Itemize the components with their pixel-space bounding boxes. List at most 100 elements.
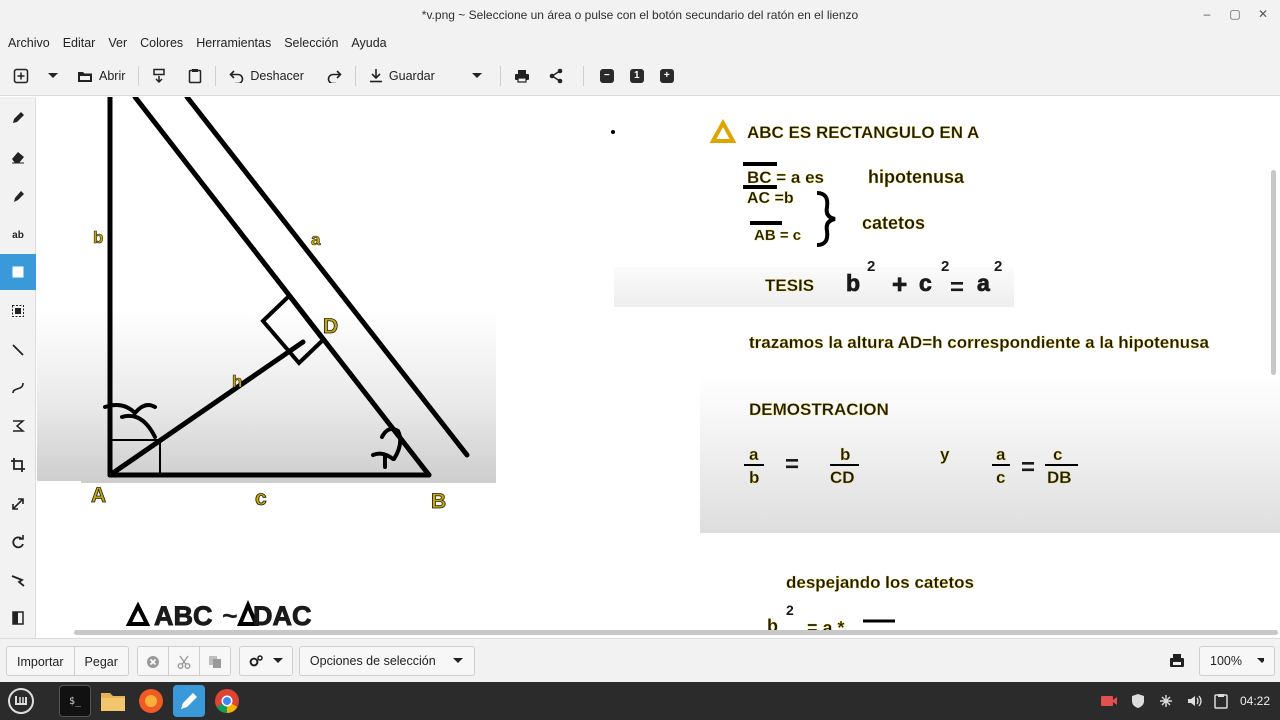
cut-button[interactable] <box>168 646 200 675</box>
copy-button[interactable] <box>199 646 230 675</box>
text-tool[interactable]: ab <box>0 217 36 253</box>
rotate-tool[interactable] <box>0 524 36 560</box>
close-circle-icon <box>146 655 159 668</box>
fraction2-numerator: b <box>840 445 850 464</box>
save-button[interactable]: Guardar <box>364 62 440 90</box>
menu-editar[interactable]: Editar <box>63 36 96 50</box>
left-gradient-band <box>37 310 496 483</box>
menu-colores[interactable]: Colores <box>140 36 183 50</box>
save-dropdown-button[interactable] <box>466 62 488 90</box>
zoom-select[interactable]: 100% <box>1199 646 1275 676</box>
canvas-clear-icon <box>1170 654 1184 667</box>
open-folder-icon <box>78 71 92 82</box>
side-b-label: b <box>93 228 103 247</box>
menu-seleccion[interactable]: Selección <box>284 36 338 50</box>
chrome-app[interactable] <box>211 685 243 717</box>
clipboard-icon <box>189 68 202 83</box>
maximize-button[interactable]: ▢ <box>1228 6 1242 22</box>
triangle-icon <box>709 118 737 143</box>
new-dropdown-button[interactable] <box>42 62 64 90</box>
text-icon: ab <box>12 229 24 241</box>
firefox-app[interactable] <box>135 685 167 717</box>
catetos-label: catetos <box>862 213 925 233</box>
selection-options-label: Opciones de selección <box>309 653 436 668</box>
main-toolbar: Abrir Deshacer Guardar − 1 + <box>0 56 1280 96</box>
line-tool[interactable] <box>0 332 36 368</box>
paste-label: Pegar <box>84 654 118 669</box>
share-button[interactable] <box>543 62 569 90</box>
crop-tool[interactable] <box>0 447 36 483</box>
copy-to-button[interactable] <box>147 62 171 90</box>
rectangle-select-tool[interactable] <box>0 254 36 290</box>
formula-exp-a: 2 <box>994 258 1002 275</box>
colors-icon <box>12 611 24 625</box>
formula-b: b <box>846 270 860 296</box>
share-icon <box>549 68 563 83</box>
eraser-tool[interactable] <box>0 139 36 175</box>
vertex-b-label: B <box>431 490 446 513</box>
menu-ver[interactable]: Ver <box>108 36 127 50</box>
fraction1-denominator: b <box>749 468 759 487</box>
new-button[interactable] <box>8 62 34 90</box>
files-app[interactable] <box>97 685 129 717</box>
screen-record-icon[interactable] <box>1100 694 1118 708</box>
clipboard-tray-icon[interactable] <box>1214 693 1228 709</box>
hipotenusa-label: hipotenusa <box>868 167 965 187</box>
selection-actions-group <box>136 645 231 676</box>
free-select-icon <box>12 305 24 317</box>
zoom-out-button[interactable]: − <box>599 68 614 83</box>
drawing-canvas[interactable]: b a D h A c B ABC ~ DAC ABC ES RECTANGUL… <box>37 97 1280 638</box>
menu-herramientas[interactable]: Herramientas <box>196 36 271 50</box>
rectangle-heading: ABC ES RECTANGULO EN A <box>747 123 979 142</box>
clock[interactable]: 04:22 <box>1240 694 1270 708</box>
print-button[interactable] <box>509 62 535 90</box>
fraction4-denominator: DB <box>1047 468 1072 487</box>
despejando-text: despejando los catetos <box>786 573 974 592</box>
redo-icon <box>327 69 342 83</box>
pencil-tool[interactable] <box>0 100 36 136</box>
toolbar-separator <box>499 65 501 86</box>
unselect-button[interactable] <box>137 646 169 675</box>
import-button[interactable]: Importar <box>7 646 75 675</box>
zoom-in-button[interactable]: + <box>659 68 674 83</box>
clear-canvas-button[interactable] <box>1169 653 1185 674</box>
highlighter-icon <box>14 191 24 202</box>
volume-icon[interactable] <box>1186 693 1202 709</box>
vertical-scrollbar[interactable] <box>1271 170 1276 375</box>
selection-options-dropdown[interactable]: Opciones de selección <box>298 645 475 676</box>
resize-tool[interactable] <box>0 486 36 522</box>
colors-tool[interactable] <box>0 600 36 636</box>
close-button[interactable]: ✕ <box>1256 6 1270 22</box>
highlighter-tool[interactable] <box>0 178 36 214</box>
height-h-label: h <box>232 372 242 391</box>
zoom-original-button[interactable]: 1 <box>629 68 644 83</box>
shield-icon[interactable] <box>1130 693 1146 709</box>
selection-tools-dropdown[interactable] <box>238 645 293 676</box>
redo-button[interactable] <box>321 62 347 90</box>
save-download-icon <box>369 69 382 83</box>
open-button[interactable]: Abrir <box>72 62 130 90</box>
free-select-tool[interactable] <box>0 293 36 329</box>
shape-tool[interactable] <box>0 408 36 444</box>
fraction3-denominator: c <box>996 468 1005 487</box>
menu-ayuda[interactable]: Ayuda <box>351 36 386 50</box>
title-bar: *v.png ~ Seleccione un área o pulse con … <box>0 0 1280 30</box>
start-menu-button[interactable] <box>5 685 37 717</box>
proportion-equals-1: = <box>785 451 799 478</box>
terminal-app[interactable]: $_ <box>59 685 91 717</box>
minimize-button[interactable]: – <box>1200 6 1214 22</box>
fraction4-numerator: c <box>1053 445 1062 464</box>
network-icon[interactable] <box>1158 693 1174 709</box>
menu-archivo[interactable]: Archivo <box>8 36 50 50</box>
tools-sidebar: ab <box>0 97 36 638</box>
drawing-app[interactable] <box>173 685 205 717</box>
horizontal-scrollbar[interactable] <box>74 630 1278 635</box>
ab-definition: AB = c <box>754 227 801 244</box>
side-c-label: c <box>255 487 267 510</box>
filters-tool[interactable] <box>0 562 36 598</box>
curve-tool[interactable] <box>0 370 36 406</box>
resize-icon <box>12 498 24 510</box>
clipboard-button[interactable] <box>183 62 207 90</box>
undo-button[interactable]: Deshacer <box>224 62 309 90</box>
paste-button[interactable]: Pegar <box>74 646 128 675</box>
